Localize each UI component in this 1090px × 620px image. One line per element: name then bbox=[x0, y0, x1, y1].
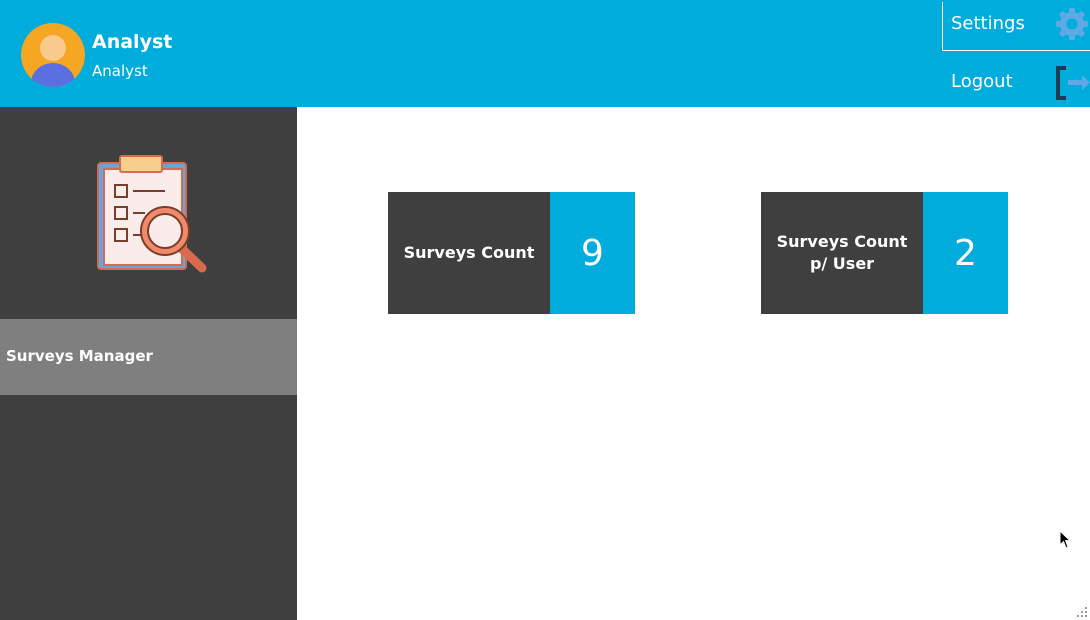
sidebar-item-surveys-manager[interactable]: Surveys Manager bbox=[0, 319, 297, 395]
settings-label: Settings bbox=[951, 13, 1025, 34]
user-avatar-icon bbox=[21, 23, 85, 87]
sidebar-item-label: Surveys Manager bbox=[6, 347, 153, 365]
card-value: 2 bbox=[923, 192, 1008, 314]
user-role: Analyst bbox=[92, 62, 148, 80]
card-value: 9 bbox=[550, 192, 635, 314]
user-name: Analyst bbox=[92, 31, 173, 53]
top-header: Analyst Analyst Settings Logout bbox=[0, 0, 1090, 107]
card-label: Surveys Count p/ User bbox=[761, 192, 923, 314]
card-label: Surveys Count bbox=[388, 192, 550, 314]
mouse-cursor-icon bbox=[1059, 530, 1071, 549]
surveys-count-per-user-card: Surveys Count p/ User 2 bbox=[761, 192, 1008, 314]
clipboard-search-icon bbox=[97, 155, 207, 273]
resize-grip-icon[interactable] bbox=[1076, 606, 1088, 618]
settings-button[interactable]: Settings bbox=[942, 2, 1090, 51]
logout-button[interactable]: Logout bbox=[942, 60, 1090, 106]
logout-label: Logout bbox=[951, 71, 1013, 92]
sidebar: Surveys Manager bbox=[0, 107, 297, 620]
gear-icon bbox=[1056, 8, 1088, 40]
logout-icon bbox=[1056, 66, 1090, 100]
surveys-count-card: Surveys Count 9 bbox=[388, 192, 635, 314]
